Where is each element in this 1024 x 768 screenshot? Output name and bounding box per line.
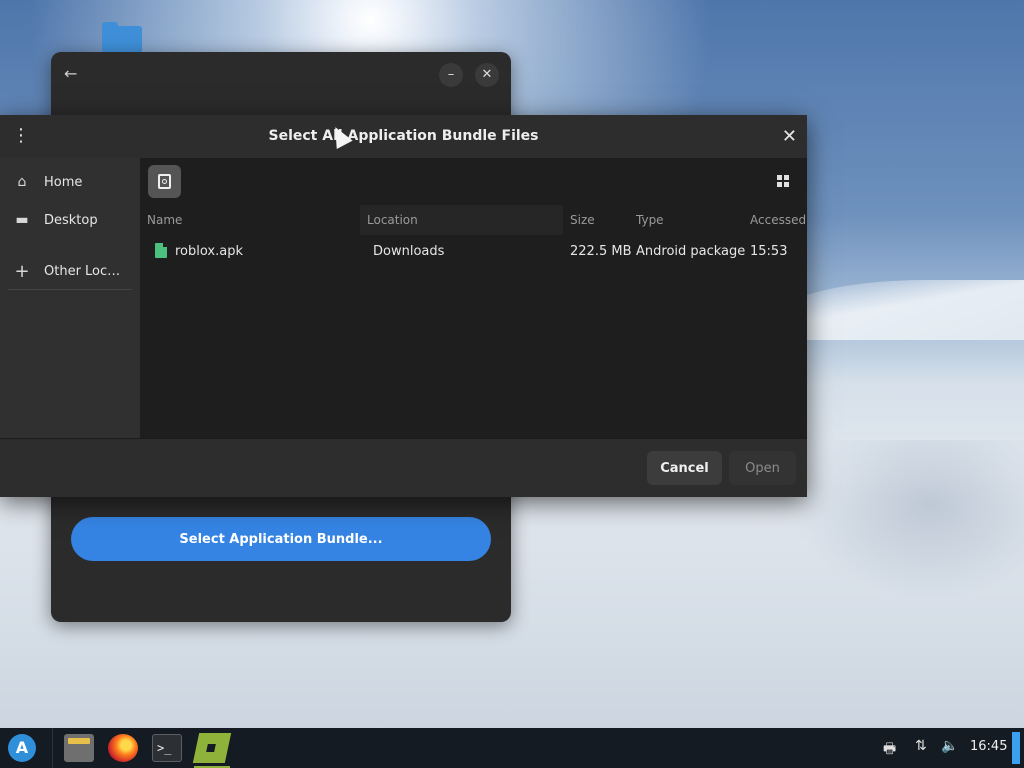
column-header-accessed[interactable]: Accessed <box>750 205 807 235</box>
sidebar-item-other-locations[interactable]: + Other Loc… <box>0 255 140 287</box>
dialog-header: ⋮ Select All Application Bundle Files ✕ <box>0 115 807 159</box>
dialog-footer: Cancel Open <box>0 438 807 497</box>
file-accessed: 15:53 <box>750 244 788 259</box>
file-name: roblox.apk <box>175 244 244 259</box>
wallpaper-snow-ridge <box>780 280 1024 340</box>
file-location: Downloads <box>373 244 445 259</box>
sidebar-item-desktop[interactable]: ▬ Desktop <box>0 204 140 236</box>
minimize-button[interactable]: – <box>439 63 463 87</box>
file-list-area: Name Location Size Type Accessed roblox.… <box>140 158 807 438</box>
show-desktop-button[interactable] <box>1012 732 1020 764</box>
desktop-folder-icon[interactable] <box>102 22 142 52</box>
printer-icon[interactable]: 🖶 <box>883 738 896 762</box>
start-menu-icon[interactable]: A <box>8 734 36 762</box>
sidebar-item-label: Home <box>44 174 83 190</box>
taskbar-divider <box>52 728 53 768</box>
places-sidebar: ⌂ Home ▬ Desktop + Other Loc… <box>0 158 140 438</box>
roblox-icon[interactable] <box>192 733 232 763</box>
terminal-icon[interactable]: >_ <box>152 734 182 762</box>
taskbar: A >_ 🖶 ⇅ 🔈 16:45 <box>0 728 1024 768</box>
sidebar-item-label: Other Loc… <box>44 263 121 279</box>
dialog-close-button[interactable]: ✕ <box>782 126 797 147</box>
home-icon: ⌂ <box>17 174 27 190</box>
volume-icon[interactable]: 🔈 <box>941 738 958 754</box>
file-manager-icon[interactable] <box>64 734 94 762</box>
grid-view-icon[interactable] <box>777 175 789 187</box>
file-chooser-dialog: ⋮ Select All Application Bundle Files ✕ … <box>0 115 807 497</box>
firefox-icon[interactable] <box>108 734 138 762</box>
desktop-icon: ▬ <box>15 212 29 228</box>
column-header-size[interactable]: Size <box>570 205 630 235</box>
sidebar-item-label: Desktop <box>44 212 98 228</box>
dialog-title: Select All Application Bundle Files <box>268 128 539 144</box>
clock[interactable]: 16:45 <box>970 739 1007 754</box>
cancel-button[interactable]: Cancel <box>647 451 722 485</box>
column-header-type[interactable]: Type <box>636 205 736 235</box>
sidebar-divider <box>8 289 132 290</box>
window-close-button[interactable]: ✕ <box>475 63 499 87</box>
drive-icon <box>158 174 171 189</box>
file-type: Android package <box>636 244 746 259</box>
android-package-file-icon <box>155 243 167 258</box>
column-header-location[interactable]: Location <box>360 205 563 235</box>
sidebar-item-home[interactable]: ⌂ Home <box>0 166 140 198</box>
wallpaper-snow-tracks <box>790 440 1024 600</box>
open-button[interactable]: Open <box>729 451 796 485</box>
plus-icon: + <box>14 260 30 282</box>
file-size: 222.5 MB <box>570 244 632 259</box>
select-application-bundle-button[interactable]: Select Application Bundle... <box>71 517 491 561</box>
column-header-name[interactable]: Name <box>147 205 357 235</box>
back-icon[interactable]: ← <box>64 64 77 83</box>
location-drive-button[interactable] <box>148 165 181 198</box>
network-icon[interactable]: ⇅ <box>915 738 927 754</box>
